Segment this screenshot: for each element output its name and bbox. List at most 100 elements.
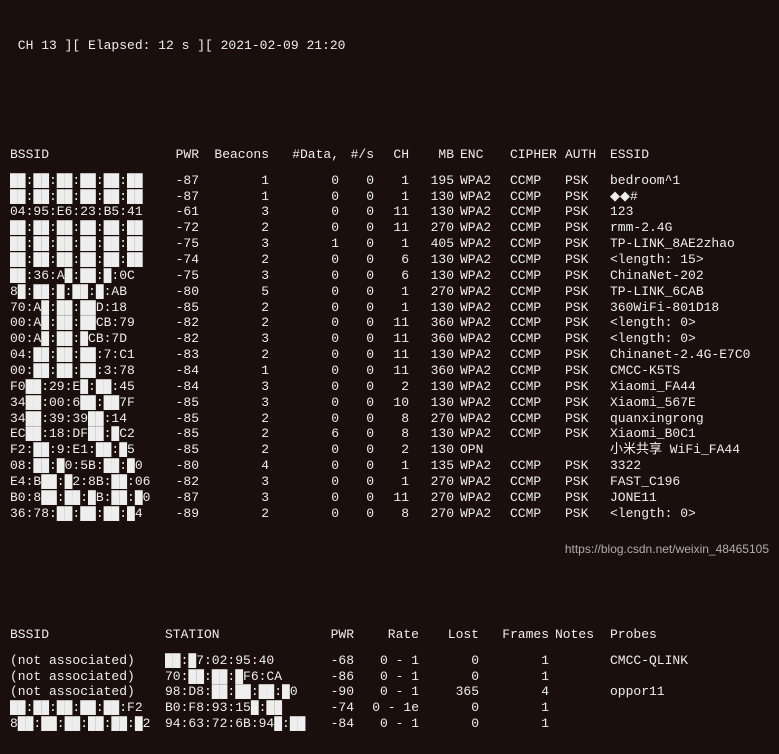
cell-enc: WPA2	[460, 331, 510, 347]
col-station: STATION	[165, 627, 320, 643]
cell-ch: 2	[380, 442, 415, 458]
col-pwr: PWR	[165, 147, 205, 163]
cell-beacons: 2	[205, 252, 275, 268]
cell-bssid: ██:██:██:██:██:██	[10, 220, 165, 236]
cell-ps: 0	[345, 268, 380, 284]
cell-ch: 2	[380, 379, 415, 395]
cell-auth: PSK	[565, 284, 610, 300]
cell-enc: WPA2	[460, 284, 510, 300]
cell-mb: 130	[415, 426, 460, 442]
cell-pwr: -86	[320, 669, 360, 685]
cell-pwr: -61	[165, 204, 205, 220]
cell-pwr: -87	[165, 173, 205, 189]
cell-enc: WPA2	[460, 395, 510, 411]
cell-pwr: -85	[165, 426, 205, 442]
cell-probes: oppor11	[610, 684, 694, 700]
cell-essid: <length: 0>	[610, 315, 756, 331]
cell-notes	[555, 669, 610, 685]
station-row: (not associated)██:█7:02:95:40-680 - 101…	[10, 653, 694, 669]
cell-station: B0:F8:93:15█:██	[165, 700, 320, 716]
cell-beacons: 1	[205, 363, 275, 379]
cell-essid: 3322	[610, 458, 756, 474]
cell-essid: <length: 0>	[610, 506, 756, 522]
col-bssid: BSSID	[10, 627, 165, 643]
cell-beacons: 2	[205, 426, 275, 442]
cell-pwr: -89	[165, 506, 205, 522]
cell-essid: TP-LINK_8AE2zhao	[610, 236, 756, 252]
cell-bssid: ██:██:██:██:██:██	[10, 173, 165, 189]
ap-row: 04:95:E6:23:B5:41-6130011130WPA2CCMPPSK1…	[10, 204, 756, 220]
cell-pwr: -74	[165, 252, 205, 268]
station-header-row: BSSID STATION PWR Rate Lost Frames Notes…	[10, 627, 694, 643]
cell-cipher: CCMP	[510, 173, 565, 189]
cell-pwr: -87	[165, 189, 205, 205]
cell-enc: WPA2	[460, 300, 510, 316]
cell-mb: 130	[415, 395, 460, 411]
cell-pwr: -84	[320, 716, 360, 732]
watermark: https://blog.csdn.net/weixin_48465105	[565, 542, 769, 557]
cell-essid: ChinaNet-202	[610, 268, 756, 284]
ap-row: 34██:39:39██:14-852008270WPA2CCMPPSKquan…	[10, 411, 756, 427]
cell-ps: 0	[345, 395, 380, 411]
cell-ch: 1	[380, 189, 415, 205]
cell-ch: 11	[380, 331, 415, 347]
cell-pwr: -68	[320, 653, 360, 669]
cell-pwr: -84	[165, 363, 205, 379]
cell-station: 98:D8:██:██:██:█0	[165, 684, 320, 700]
cell-data: 0	[275, 204, 345, 220]
cell-bssid: EC██:18:DF██:█C2	[10, 426, 165, 442]
cell-bssid: 70:A█:██:██D:18	[10, 300, 165, 316]
cell-bssid: B0:8██:██:█B:██:█0	[10, 490, 165, 506]
cell-pwr: -85	[165, 442, 205, 458]
cell-ps: 0	[345, 458, 380, 474]
station-row: 8██:██:██:██:██:█294:63:72:6B:94█:██-840…	[10, 716, 694, 732]
cell-essid: <length: 15>	[610, 252, 756, 268]
cell-beacons: 2	[205, 315, 275, 331]
cell-enc: WPA2	[460, 506, 510, 522]
cell-pwr: -85	[165, 395, 205, 411]
cell-rate: 0 - 1	[360, 684, 425, 700]
cell-station: 70:██:██:█F6:CA	[165, 669, 320, 685]
cell-ch: 8	[380, 411, 415, 427]
cell-pwr: -90	[320, 684, 360, 700]
cell-mb: 360	[415, 363, 460, 379]
cell-auth: PSK	[565, 236, 610, 252]
cell-auth: PSK	[565, 395, 610, 411]
cell-enc: WPA2	[460, 379, 510, 395]
cell-cipher: CCMP	[510, 331, 565, 347]
cell-lost: 0	[425, 669, 485, 685]
cell-data: 0	[275, 442, 345, 458]
cell-beacons: 2	[205, 220, 275, 236]
cell-enc: WPA2	[460, 315, 510, 331]
cell-data: 1	[275, 236, 345, 252]
ap-row: E4:B██:█2:8B:██:06-823001270WPA2CCMPPSKF…	[10, 474, 756, 490]
cell-enc: WPA2	[460, 411, 510, 427]
cell-beacons: 3	[205, 395, 275, 411]
cell-bssid: ██:██:██:██:██:██	[10, 252, 165, 268]
cell-mb: 130	[415, 268, 460, 284]
col-ps: #/s	[345, 147, 380, 163]
cell-beacons: 5	[205, 284, 275, 300]
ap-row: ██:36:A█:██:█:0C-753006130WPA2CCMPPSKChi…	[10, 268, 756, 284]
cell-ps: 0	[345, 490, 380, 506]
cell-notes	[555, 684, 610, 700]
cell-bssid: E4:B██:█2:8B:██:06	[10, 474, 165, 490]
cell-beacons: 1	[205, 173, 275, 189]
cell-ps: 0	[345, 442, 380, 458]
cell-ps: 0	[345, 474, 380, 490]
cell-beacons: 2	[205, 506, 275, 522]
cell-bssid: F0██:29:E█:██:45	[10, 379, 165, 395]
cell-auth: PSK	[565, 363, 610, 379]
cell-bssid: (not associated)	[10, 684, 165, 700]
cell-data: 0	[275, 173, 345, 189]
cell-enc: WPA2	[460, 236, 510, 252]
cell-essid: 360WiFi-801D18	[610, 300, 756, 316]
cell-bssid: 34██:39:39██:14	[10, 411, 165, 427]
cell-ps: 0	[345, 379, 380, 395]
cell-data: 0	[275, 506, 345, 522]
cell-pwr: -72	[165, 220, 205, 236]
cell-enc: WPA2	[460, 363, 510, 379]
cell-pwr: -84	[165, 379, 205, 395]
ap-row: ██:██:██:██:██:██-871001130WPA2CCMPPSK◆◆…	[10, 189, 756, 205]
cell-auth: PSK	[565, 315, 610, 331]
